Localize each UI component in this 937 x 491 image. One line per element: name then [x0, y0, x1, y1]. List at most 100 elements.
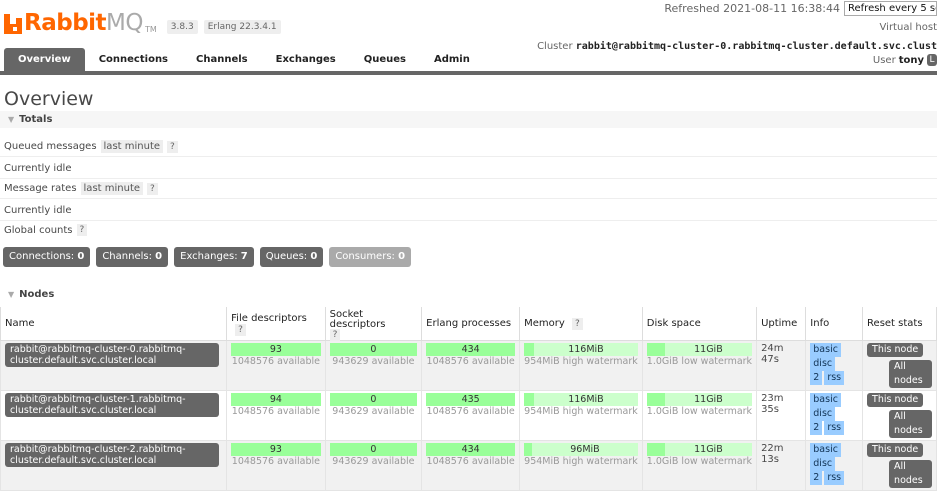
node-name-link[interactable]: rabbit@rabbitmq-cluster-0.rabbitmq-clust… [5, 343, 219, 367]
rates-idle-text: Currently idle [4, 205, 72, 216]
erlang-processes-bar: 434 [426, 443, 516, 456]
divider [0, 198, 937, 199]
version-tag: 3.8.3 [166, 20, 198, 34]
rates-range-selector[interactable]: last minute [80, 182, 144, 195]
table-row: rabbit@rabbitmq-cluster-1.rabbitmq-clust… [0, 390, 937, 441]
connections-count-button[interactable]: Connections: 0 [3, 247, 91, 267]
tab-connections[interactable]: Connections [85, 48, 182, 71]
socket-descriptors-bar: 0 [329, 393, 418, 406]
totals-section-toggle[interactable]: ▼ Totals [0, 111, 937, 128]
tab-exchanges[interactable]: Exchanges [262, 48, 350, 71]
col-socket-descriptors[interactable]: Socket descriptors? [324, 307, 423, 341]
table-header-row: Name File descriptors ? Socket descripto… [0, 307, 937, 341]
help-icon[interactable]: ? [572, 318, 583, 330]
user-name: tony [898, 54, 924, 66]
node-name-link[interactable]: rabbit@rabbitmq-cluster-2.rabbitmq-clust… [5, 443, 219, 467]
reset-this-node-button[interactable]: This node [867, 343, 924, 357]
rabbitmq-logo-icon [4, 14, 22, 34]
col-memory[interactable]: Memory ? [519, 307, 643, 341]
info-tag: disc [810, 457, 836, 471]
help-icon[interactable]: ? [329, 329, 341, 341]
col-reset-stats[interactable]: Reset stats [862, 307, 937, 341]
logo-text: RabbitMQ [24, 10, 143, 36]
collapse-triangle-icon: ▼ [8, 290, 15, 299]
exchanges-count-button[interactable]: Exchanges: 7 [174, 247, 254, 267]
info-tag: 2 [810, 371, 823, 385]
tab-queues[interactable]: Queues [350, 48, 420, 71]
channels-count-button[interactable]: Channels: 0 [96, 247, 169, 267]
help-icon[interactable]: ? [76, 224, 88, 236]
main-tabs: Overview Connections Channels Exchanges … [0, 48, 484, 71]
disk-space-bar: 11GiB [646, 343, 753, 356]
refresh-row: Refreshed 2021-08-11 16:38:44 Refresh ev… [664, 0, 937, 16]
virtual-host-label[interactable]: Virtual host [880, 22, 937, 33]
info-tag: basic [810, 443, 841, 457]
tab-channels[interactable]: Channels [182, 48, 262, 71]
info-tag: 2 [810, 471, 823, 485]
nodes-section-toggle[interactable]: ▼ Nodes [0, 286, 937, 303]
file-descriptors-bar: 94 [231, 393, 321, 406]
info-tag: basic [810, 343, 841, 357]
help-icon[interactable]: ? [167, 140, 178, 153]
divider [0, 156, 937, 157]
col-info[interactable]: Info [805, 307, 864, 341]
table-row: rabbit@rabbitmq-cluster-0.rabbitmq-clust… [0, 340, 937, 391]
tab-divider [0, 71, 937, 75]
queues-count-button[interactable]: Queues: 0 [259, 247, 324, 267]
socket-descriptors-bar: 0 [329, 443, 418, 456]
collapse-triangle-icon: ▼ [8, 115, 15, 124]
cluster-name: rabbit@rabbitmq-cluster-0.rabbitmq-clust… [575, 41, 937, 52]
consumers-count-button[interactable]: Consumers: 0 [329, 247, 412, 267]
uptime-value: 23m 35s [761, 393, 784, 415]
refresh-interval-select[interactable]: Refresh every 5 seco [844, 0, 937, 16]
reset-all-nodes-button[interactable]: All nodes [889, 360, 932, 388]
queued-idle-text: Currently idle [4, 163, 72, 174]
queued-messages-row: Queued messages last minute ? [4, 140, 178, 153]
logout-button[interactable]: L [927, 54, 937, 66]
erlang-processes-bar: 435 [426, 393, 516, 406]
divider [0, 220, 937, 221]
col-uptime[interactable]: Uptime [756, 307, 807, 341]
uptime-value: 22m 13s [761, 443, 784, 465]
reset-this-node-button[interactable]: This node [867, 443, 924, 457]
memory-bar: 96MiB [524, 443, 638, 456]
help-icon[interactable]: ? [235, 323, 246, 336]
divider [0, 178, 937, 179]
queued-range-selector[interactable]: last minute [100, 140, 164, 153]
page-title: Overview [4, 88, 94, 110]
file-descriptors-bar: 93 [231, 443, 321, 456]
info-tag: disc [810, 407, 836, 421]
col-name[interactable]: Name [0, 307, 228, 341]
user-info: User tony L [873, 54, 937, 66]
message-rates-row: Message rates last minute ? [4, 182, 158, 195]
global-counts: Connections: 0 Channels: 0 Exchanges: 7 … [3, 247, 417, 267]
tab-admin[interactable]: Admin [420, 48, 484, 71]
socket-descriptors-bar: 0 [329, 343, 418, 356]
logo-tm: TM [145, 25, 157, 34]
reset-all-nodes-button[interactable]: All nodes [889, 410, 932, 438]
info-tag: rss [824, 471, 845, 485]
reset-this-node-button[interactable]: This node [867, 393, 924, 407]
info-tag: basic [810, 393, 841, 407]
refreshed-timestamp: Refreshed 2021-08-11 16:38:44 [664, 1, 840, 15]
cluster-info: Cluster rabbit@rabbitmq-cluster-0.rabbit… [537, 41, 937, 52]
uptime-value: 24m 47s [761, 343, 784, 365]
global-counts-row: Global counts ? [4, 224, 88, 236]
col-disk-space[interactable]: Disk space [641, 307, 758, 341]
file-descriptors-bar: 93 [231, 343, 321, 356]
col-file-descriptors[interactable]: File descriptors ? [226, 307, 326, 341]
help-icon[interactable]: ? [147, 182, 158, 195]
logo: RabbitMQ TM 3.8.3 Erlang 22.3.4.1 [4, 4, 287, 36]
tab-overview[interactable]: Overview [4, 48, 85, 71]
memory-bar: 116MiB [524, 343, 638, 356]
erlang-processes-bar: 434 [426, 343, 516, 356]
memory-bar: 116MiB [524, 393, 638, 406]
reset-all-nodes-button[interactable]: All nodes [889, 460, 932, 488]
nodes-table: Name File descriptors ? Socket descripto… [0, 307, 937, 491]
table-row: rabbit@rabbitmq-cluster-2.rabbitmq-clust… [0, 440, 937, 491]
info-tag: rss [824, 371, 845, 385]
info-tag: 2 [810, 421, 823, 435]
node-name-link[interactable]: rabbit@rabbitmq-cluster-1.rabbitmq-clust… [5, 393, 219, 417]
disk-space-bar: 11GiB [646, 443, 753, 456]
col-erlang-processes[interactable]: Erlang processes [421, 307, 521, 341]
